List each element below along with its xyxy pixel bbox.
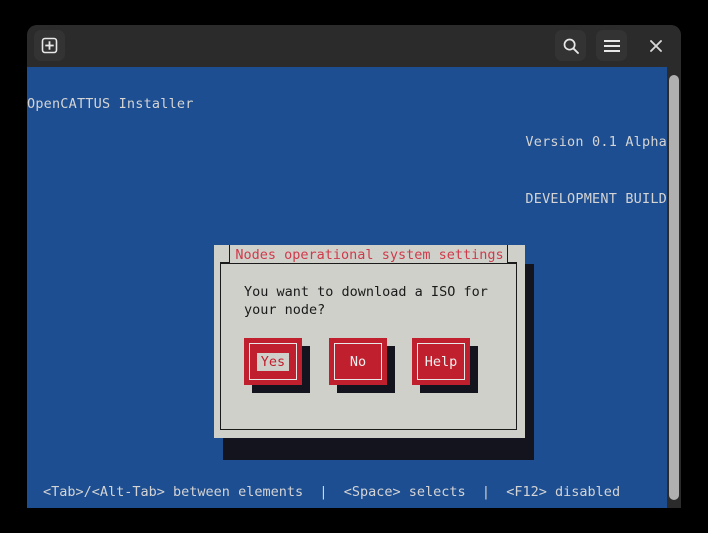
search-icon <box>562 37 580 55</box>
yes-button-label: Yes <box>256 352 290 371</box>
add-square-icon <box>41 37 58 54</box>
dialog-nodes-os-settings: Nodes operational system settings You wa… <box>214 245 525 438</box>
button-face: No <box>329 338 387 385</box>
version-line-1: Version 0.1 Alpha <box>525 134 667 150</box>
button-face: Yes <box>244 338 302 385</box>
version-line-2: DEVELOPMENT BUILD <box>525 191 667 207</box>
dialog-message: You want to download a ISO for your node… <box>244 284 488 318</box>
scrollbar-track[interactable] <box>667 67 681 508</box>
button-frame: Yes <box>249 343 297 380</box>
window-title-bar <box>27 25 681 67</box>
yes-button[interactable]: Yes <box>244 338 310 393</box>
menu-button[interactable] <box>596 30 627 61</box>
close-icon <box>649 39 663 53</box>
terminal-window: OpenCATTUS Installer Version 0.1 Alpha D… <box>27 25 681 508</box>
version-info: Version 0.1 Alpha DEVELOPMENT BUILD <box>525 95 667 247</box>
search-button[interactable] <box>555 30 586 61</box>
close-button[interactable] <box>640 30 671 61</box>
scrollbar-thumb[interactable] <box>669 75 679 500</box>
status-bar-hints: <Tab>/<Alt-Tab> between elements | <Spac… <box>43 484 621 500</box>
no-button-label: No <box>349 353 367 370</box>
hamburger-menu-icon <box>603 39 621 53</box>
help-button-label: Help <box>424 353 458 370</box>
button-face: Help <box>412 338 470 385</box>
app-title: OpenCATTUS Installer <box>27 96 194 112</box>
no-button[interactable]: No <box>329 338 395 393</box>
tui-screen: OpenCATTUS Installer Version 0.1 Alpha D… <box>27 67 681 508</box>
button-frame: Help <box>417 343 465 380</box>
dialog-button-row: Yes No Help <box>244 338 504 408</box>
button-frame: No <box>334 343 382 380</box>
new-tab-button[interactable] <box>34 30 65 61</box>
dialog-title: Nodes operational system settings <box>235 247 504 263</box>
help-button[interactable]: Help <box>412 338 478 393</box>
